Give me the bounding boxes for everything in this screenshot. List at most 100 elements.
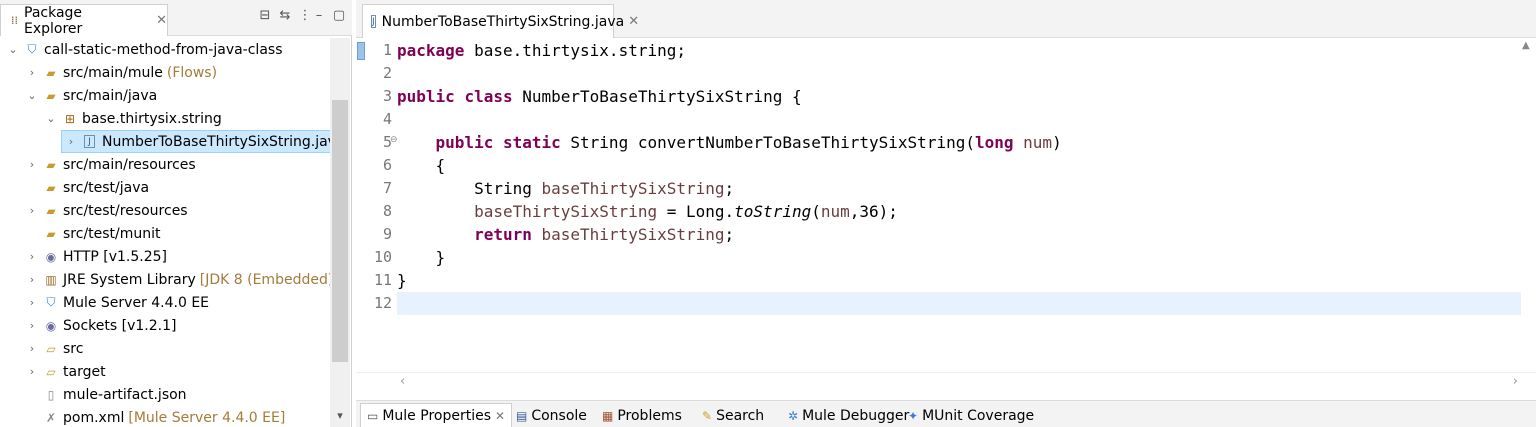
source-folder-icon: ▰ [46, 65, 56, 80]
chevron-right-icon[interactable]: › [25, 319, 39, 332]
tree-item[interactable]: › ⛉ Mule Server 4.4.0 EE [0, 291, 209, 314]
bottom-tab[interactable]: ✲ Mule Debugger [788, 403, 909, 427]
tree-item[interactable]: › ▰ src/main/mule (Flows) [0, 61, 217, 84]
scroll-down-icon[interactable]: ▾ [330, 409, 350, 427]
scroll-right-icon[interactable]: › [1513, 374, 1518, 389]
bottom-tab[interactable]: ▦ Problems [602, 403, 682, 427]
scroll-left-icon[interactable]: ‹ [400, 374, 405, 389]
tree-item-label: Mule Server 4.4.0 EE [63, 294, 210, 311]
keyword-token: package [397, 41, 465, 60]
scroll-up-icon[interactable]: ▲ [1522, 40, 1530, 51]
tree-item-label: mule-artifact.json [63, 386, 187, 403]
connector-library-icon: ◉ [45, 249, 57, 264]
chevron-right-icon[interactable]: › [25, 342, 39, 355]
package-explorer-toolbar: ⊟ ⇆ ⋮ [258, 8, 312, 23]
scrollbar-thumb[interactable] [332, 100, 348, 362]
line-number: 5 [382, 133, 392, 151]
code-line[interactable]: return baseThirtySixString; [397, 223, 1521, 246]
view-menu-icon[interactable]: ⋮ [298, 8, 312, 23]
method-token: toString [734, 202, 812, 221]
tree-item-label: pom.xml [63, 409, 125, 426]
chevron-right-icon[interactable]: › [25, 66, 39, 79]
line-number: 6 [382, 156, 392, 174]
bottom-tab[interactable]: ✦ MUnit Coverage [908, 403, 1034, 427]
tree-item[interactable]: ⌄ ▰ src/main/java [0, 84, 157, 107]
chevron-down-icon[interactable]: ⌄ [6, 43, 20, 56]
code-area[interactable]: package base.thirtysix.string; public cla… [397, 38, 1521, 372]
close-icon[interactable]: ✕ [156, 13, 167, 28]
jre-library-icon: ▥ [45, 272, 57, 287]
source-folder-icon: ▰ [46, 203, 56, 218]
tree-item[interactable]: ▯ mule-artifact.json [0, 383, 187, 406]
problems-icon: ▦ [602, 408, 614, 423]
code-line[interactable] [397, 62, 1521, 85]
code-line[interactable]: String baseThirtySixString; [397, 177, 1521, 200]
chevron-right-icon[interactable]: › [25, 250, 39, 263]
tree-item[interactable]: ⌄ ⛉ call-static-method-from-java-class [0, 38, 283, 61]
tree-scrollbar[interactable]: ▾ [330, 38, 350, 427]
editor-body[interactable]: 1 2 3 4 5 ⊖ 6 7 8 9 10 11 12 package base.thirtysix.… [356, 38, 1536, 372]
chevron-right-icon[interactable]: › [25, 158, 39, 171]
code-token: = Long. [657, 202, 735, 221]
collapse-all-icon[interactable]: ⊟ [258, 8, 272, 23]
code-token: ) [1052, 133, 1062, 152]
bottom-tab-label: Mule Debugger [802, 407, 910, 424]
code-line[interactable] [397, 292, 1521, 315]
chevron-down-icon[interactable]: ⌄ [25, 89, 39, 102]
bottom-tab-label: MUnit Coverage [922, 407, 1035, 424]
tree-item[interactable]: › ▰ src/main/resources [0, 153, 196, 176]
code-line[interactable]: { [397, 154, 1521, 177]
code-line[interactable]: public class NumberToBaseThirtySixString… [397, 85, 1521, 108]
close-icon[interactable]: ✕ [495, 409, 505, 423]
chevron-right-icon[interactable]: › [25, 365, 39, 378]
tree-item-label: target [63, 363, 106, 380]
code-line[interactable]: baseThirtySixString = Long.toString(num,… [397, 200, 1521, 223]
chevron-right-icon[interactable]: › [25, 273, 39, 286]
tree-item[interactable]: › ◉ Sockets [v1.2.1] [0, 314, 177, 337]
bottom-tab[interactable]: ▭ Mule Properties ✕ [360, 403, 513, 427]
code-token: } [397, 271, 407, 290]
minimize-icon[interactable]: – [312, 8, 326, 23]
editor-horizontal-scrollbar[interactable]: ‹ › [356, 372, 1536, 392]
tree-item[interactable]: › ▱ target [0, 360, 106, 383]
tree-item[interactable]: ✗ pom.xml [Mule Server 4.4.0 EE] [0, 406, 285, 427]
editor-tabbar: J NumberToBaseThirtySixString.java ✕ [356, 0, 1536, 38]
editor-tab[interactable]: J NumberToBaseThirtySixString.java ✕ [362, 4, 639, 38]
bottom-views-tabbar: ▭ Mule Properties ✕ ▤ Console ▦ Problems ✎ Searc… [356, 400, 1536, 427]
tree-item[interactable]: › J NumberToBaseThirtySixString.java [61, 130, 350, 153]
java-editor: J NumberToBaseThirtySixString.java ✕ 123… [356, 0, 1536, 398]
tree-item[interactable]: › ▥ JRE System Library [JDK 8 (Embedded)] [0, 268, 339, 291]
code-line[interactable]: package base.thirtysix.string; [397, 39, 1521, 62]
chevron-down-icon[interactable]: ⌄ [44, 112, 58, 125]
line-number-gutter: 1 2 3 4 5 ⊖ 6 7 8 9 10 11 12 [368, 38, 398, 372]
code-token: ,36); [849, 202, 898, 221]
tree-item[interactable]: ▰ src/test/munit [0, 222, 160, 245]
code-token: ; [724, 179, 735, 198]
bottom-tab[interactable]: ✎ Search [702, 403, 764, 427]
code-line[interactable]: public static String convertNumberToBase… [397, 131, 1521, 154]
tree-item[interactable]: › ▰ src/test/resources [0, 199, 188, 222]
xml-file-icon: ✗ [45, 410, 57, 425]
chevron-right-icon[interactable]: › [64, 135, 78, 148]
code-line[interactable] [397, 108, 1521, 131]
link-with-editor-icon[interactable]: ⇆ [278, 8, 292, 23]
maximize-icon[interactable]: ▢ [332, 8, 346, 23]
bottom-tab[interactable]: ▤ Console [516, 403, 587, 427]
chevron-right-icon[interactable]: › [25, 296, 39, 309]
chevron-right-icon[interactable]: › [25, 204, 39, 217]
package-explorer-tab[interactable]: ⁞⁞ Package Explorer ✕ [0, 4, 168, 37]
line-number: 10 [373, 248, 392, 266]
tree-item[interactable]: › ▱ src [0, 337, 84, 360]
editor-vertical-scrollbar[interactable]: ▲ [1521, 38, 1536, 372]
tree-item[interactable]: › ◉ HTTP [v1.5.25] [0, 245, 167, 268]
code-token: ( [811, 202, 821, 221]
tree-item[interactable]: ▰ src/test/java [0, 176, 149, 199]
package-explorer-tab-label: Package Explorer [24, 4, 83, 37]
code-line[interactable]: } [397, 246, 1521, 269]
close-icon[interactable]: ✕ [628, 14, 639, 29]
code-line[interactable]: } [397, 269, 1521, 292]
tree-item[interactable]: ⌄ ⊞ base.thirtysix.string [0, 107, 221, 130]
tree-item-label: call-static-method-from-java-class [44, 41, 283, 58]
line-number: 4 [382, 110, 392, 128]
